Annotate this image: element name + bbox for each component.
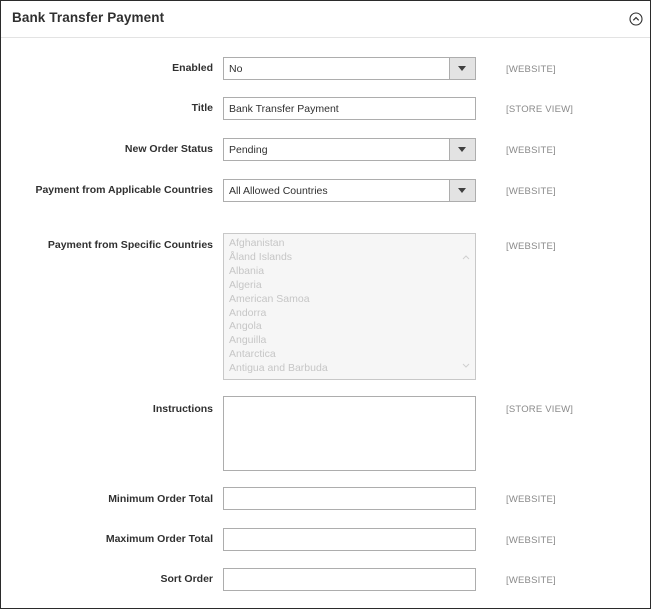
chevron-up-circle-icon[interactable] (629, 12, 643, 26)
new-order-status-label: New Order Status (124, 143, 213, 155)
title-label: Title (191, 102, 213, 114)
applicable-countries-value: All Allowed Countries (229, 185, 328, 197)
applicable-countries-label: Payment from Applicable Countries (35, 184, 213, 196)
country-option[interactable]: Antarctica (229, 348, 475, 362)
scroll-down-icon[interactable] (462, 356, 470, 368)
enabled-select[interactable]: No (223, 57, 476, 80)
scope-label: [WEBSITE] (506, 575, 556, 586)
instructions-textarea[interactable] (223, 396, 476, 471)
country-option[interactable]: Algeria (229, 279, 475, 293)
min-order-total-label: Minimum Order Total (108, 493, 213, 505)
enabled-select-value: No (229, 63, 243, 75)
country-option[interactable]: Anguilla (229, 334, 475, 348)
scope-label: [WEBSITE] (506, 64, 556, 75)
payment-method-panel: Bank Transfer Payment Enabled No [WEBSIT… (0, 0, 651, 609)
country-option[interactable]: Albania (229, 265, 475, 279)
scope-label: [WEBSITE] (506, 535, 556, 546)
specific-countries-label: Payment from Specific Countries (47, 239, 213, 251)
dropdown-arrow-icon[interactable] (449, 180, 475, 201)
country-option[interactable]: Antigua and Barbuda (229, 362, 475, 376)
max-order-total-label: Maximum Order Total (105, 533, 213, 545)
title-input-value: Bank Transfer Payment (229, 103, 339, 115)
applicable-countries-select[interactable]: All Allowed Countries (223, 179, 476, 202)
specific-countries-multiselect[interactable]: Afghanistan Åland Islands Albania Algeri… (223, 233, 476, 380)
section-title: Bank Transfer Payment (12, 10, 165, 25)
enabled-label: Enabled (172, 62, 213, 74)
sort-order-input[interactable] (223, 568, 476, 591)
instructions-label: Instructions (152, 403, 213, 415)
scope-label: [WEBSITE] (506, 241, 556, 252)
new-order-status-value: Pending (229, 144, 268, 156)
scope-label: [WEBSITE] (506, 145, 556, 156)
country-option[interactable]: Afghanistan (229, 237, 475, 251)
min-order-total-input[interactable] (223, 487, 476, 510)
new-order-status-select[interactable]: Pending (223, 138, 476, 161)
scope-label: [WEBSITE] (506, 186, 556, 197)
country-option[interactable]: American Samoa (229, 293, 475, 307)
title-input[interactable]: Bank Transfer Payment (223, 97, 476, 120)
scroll-up-icon[interactable] (462, 247, 470, 260)
country-option[interactable]: Åland Islands (229, 251, 475, 265)
max-order-total-input[interactable] (223, 528, 476, 551)
dropdown-arrow-icon[interactable] (449, 139, 475, 160)
dropdown-arrow-icon[interactable] (449, 58, 475, 79)
country-option[interactable]: Andorra (229, 307, 475, 321)
country-option[interactable]: Angola (229, 320, 475, 334)
country-list: Afghanistan Åland Islands Albania Algeri… (224, 234, 475, 376)
scope-label: [STORE VIEW] (506, 404, 574, 415)
scope-label: [STORE VIEW] (506, 104, 574, 115)
section-header[interactable]: Bank Transfer Payment (1, 1, 650, 38)
sort-order-label: Sort Order (160, 573, 213, 585)
scope-label: [WEBSITE] (506, 494, 556, 505)
